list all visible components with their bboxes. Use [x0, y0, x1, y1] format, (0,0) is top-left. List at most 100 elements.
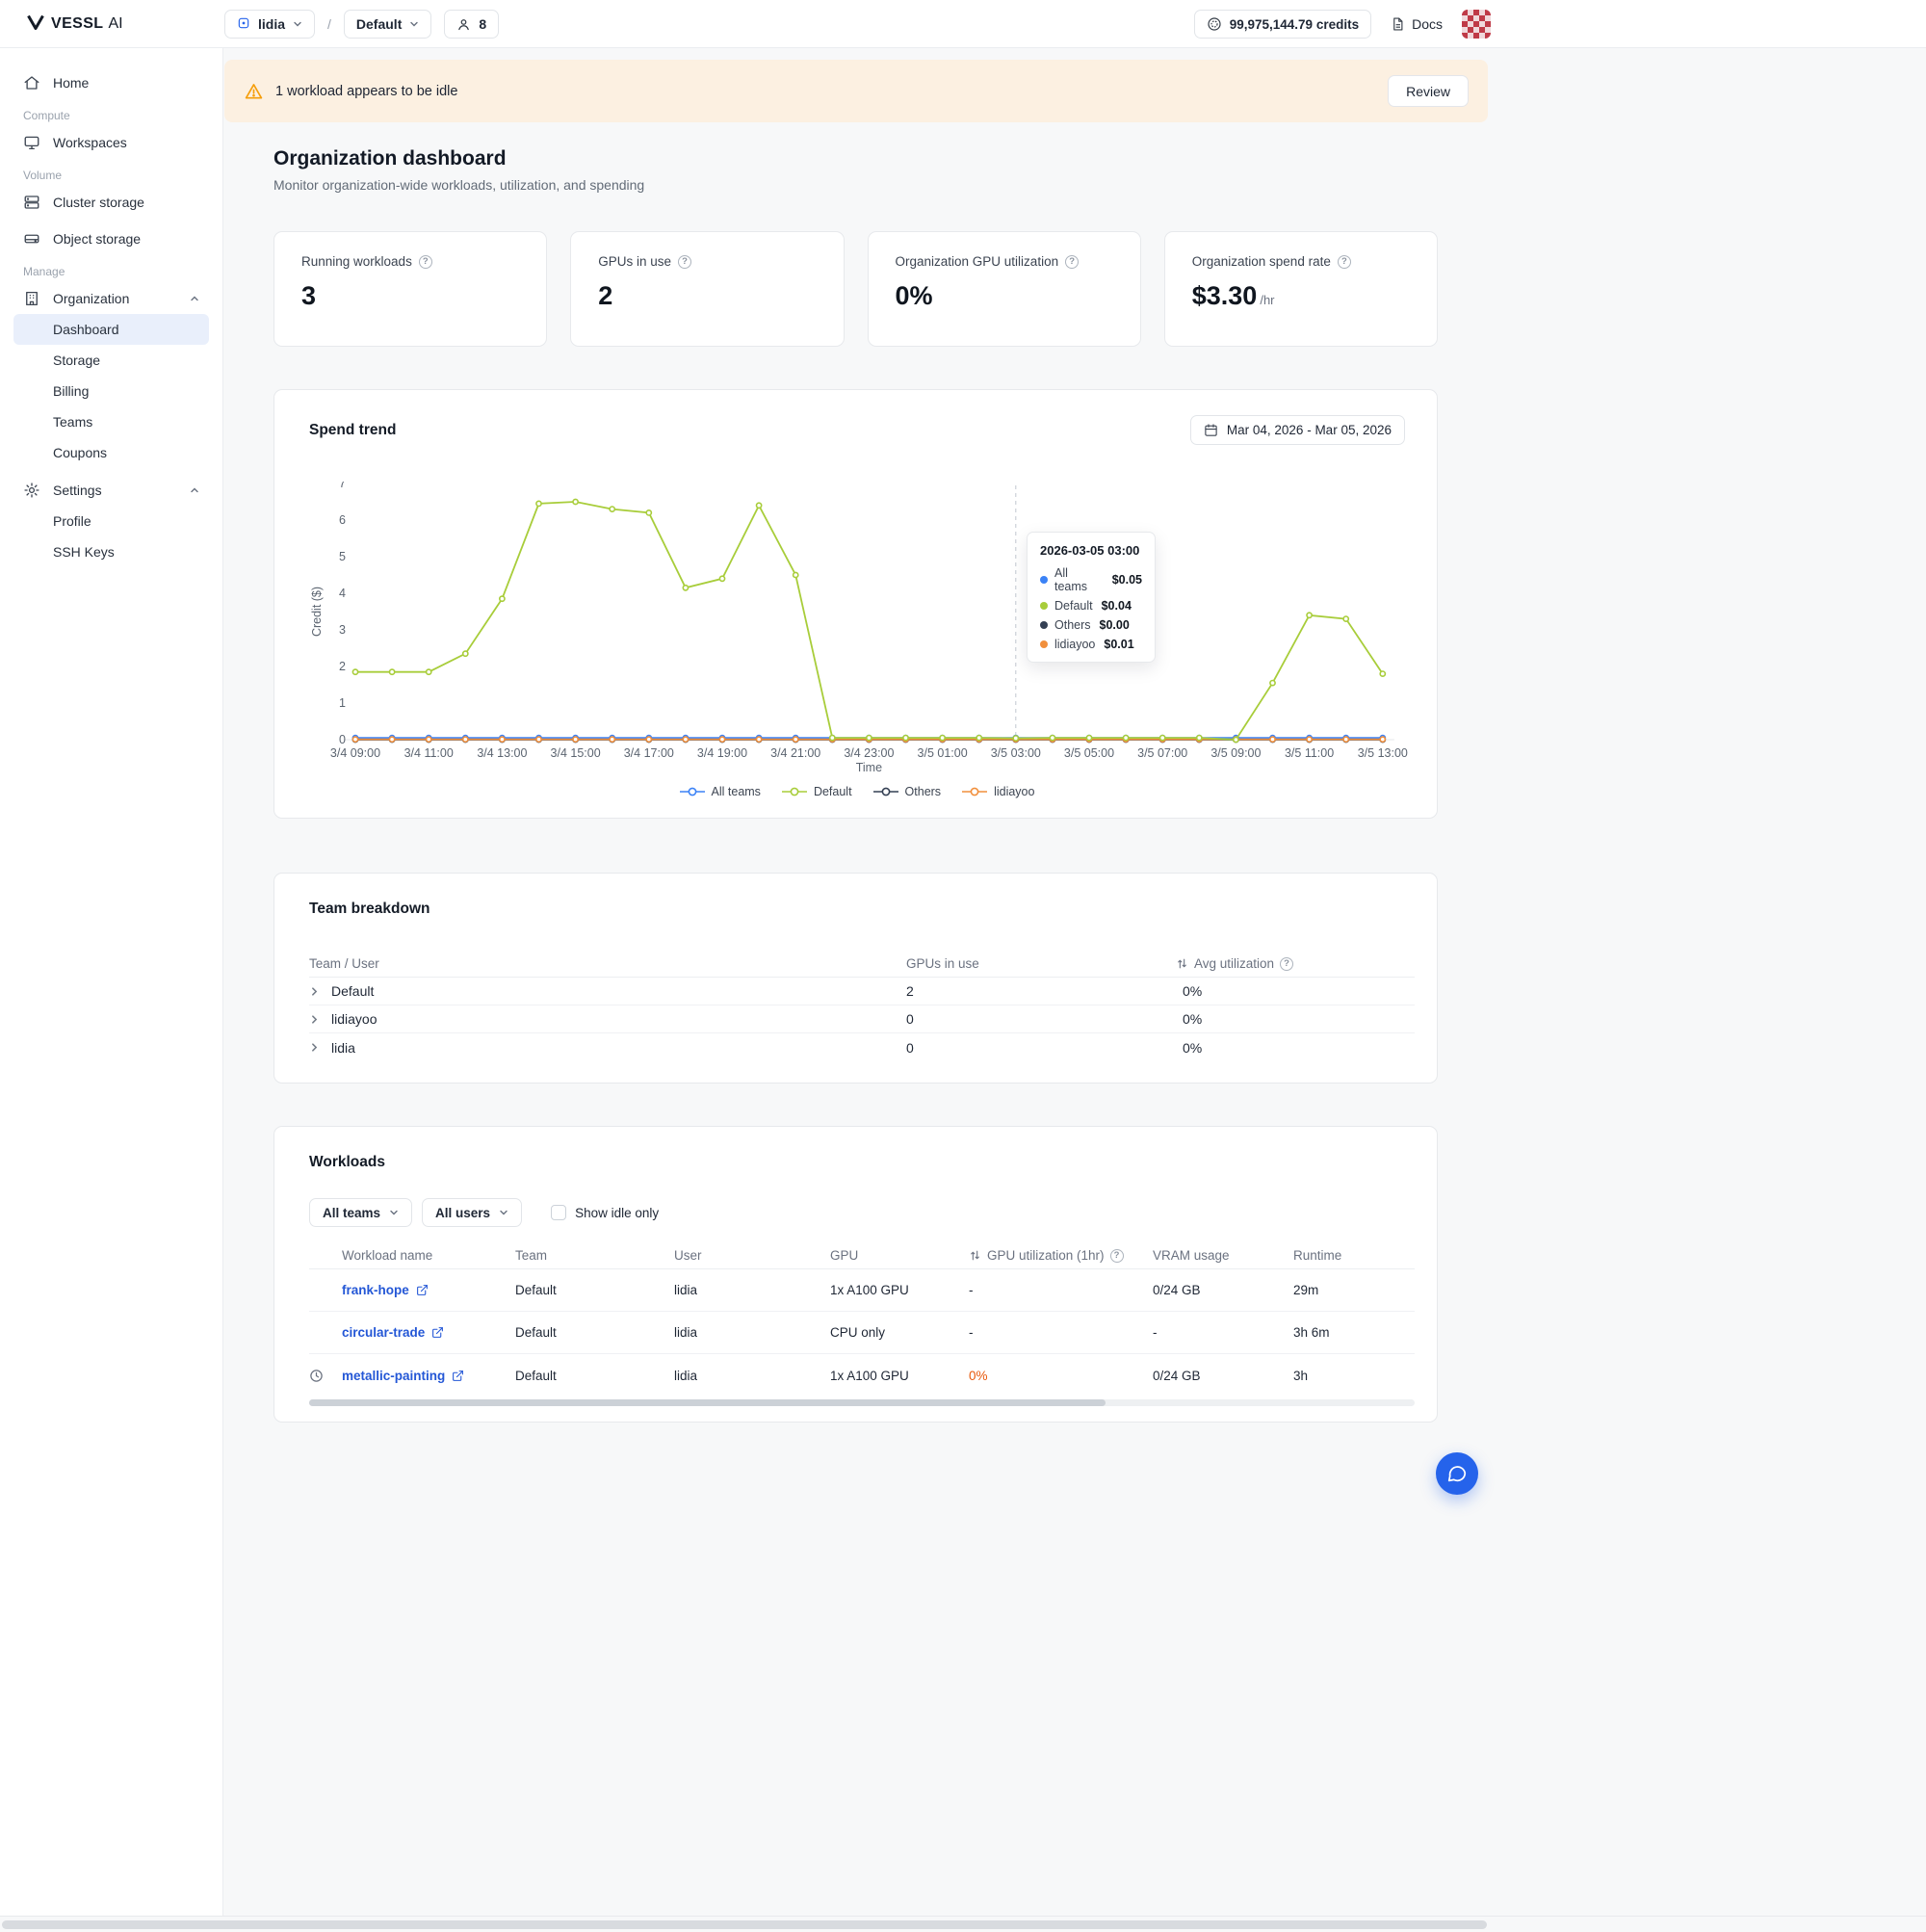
svg-text:3/4 21:00: 3/4 21:00 [770, 746, 820, 760]
workload-team: Default [515, 1283, 674, 1297]
user-avatar[interactable] [1462, 10, 1491, 39]
sidebar-item-cluster-storage[interactable]: Cluster storage [13, 187, 209, 218]
vessl-logo-icon [27, 14, 44, 35]
page-subtitle: Monitor organization-wide workloads, uti… [273, 177, 1438, 193]
external-link-icon[interactable] [452, 1370, 464, 1382]
workload-user: lidia [674, 1325, 830, 1340]
team-avg-utilization: 0% [1176, 983, 1417, 999]
workload-utilization: - [969, 1325, 1153, 1340]
help-icon[interactable]: ? [1065, 255, 1079, 269]
svg-text:4: 4 [339, 587, 346, 600]
sidebar-item-billing[interactable]: Billing [13, 376, 209, 406]
sidebar-item-coupons[interactable]: Coupons [13, 437, 209, 468]
sidebar-item-teams[interactable]: Teams [13, 406, 209, 437]
chevron-up-icon [190, 485, 199, 495]
stat-label: Organization spend rate [1192, 254, 1331, 269]
org-selector[interactable]: lidia [224, 10, 315, 39]
series-dot [1040, 640, 1048, 648]
svg-text:Credit ($): Credit ($) [310, 587, 324, 637]
docs-link[interactable]: Docs [1391, 16, 1443, 32]
sidebar-item-organization[interactable]: Organization [13, 283, 209, 314]
credits-amount: 99,975,144.79 credits [1230, 17, 1359, 32]
stat-value: 2 [598, 281, 816, 311]
vessl-logo[interactable]: VESSL AI [27, 0, 123, 48]
table-header: Workload name Team User GPU GPU utilizat… [309, 1242, 1415, 1269]
gear-icon [23, 482, 40, 499]
sidebar-item-home[interactable]: Home [13, 67, 209, 98]
team-name: Default [331, 983, 374, 999]
sort-icon [1176, 957, 1188, 970]
workloads-title: Workloads [309, 1154, 1415, 1171]
sidebar-item-label: Organization [53, 291, 129, 306]
spend-chart-canvas[interactable]: 01234567Credit ($)3/4 09:003/4 11:003/4 … [309, 482, 1417, 772]
column-gpu-utilization[interactable]: GPU utilization (1hr) [987, 1248, 1105, 1263]
sidebar-item-label: Workspaces [53, 135, 127, 150]
svg-text:3/4 17:00: 3/4 17:00 [624, 746, 674, 760]
table-row[interactable]: Default 2 0% [309, 978, 1415, 1005]
date-range-button[interactable]: Mar 04, 2026 - Mar 05, 2026 [1190, 415, 1405, 445]
team-name: Default [356, 16, 402, 32]
tooltip-series-value: $0.04 [1102, 599, 1132, 613]
users-filter[interactable]: All users [422, 1198, 522, 1227]
credits-button[interactable]: 99,975,144.79 credits [1194, 10, 1371, 39]
sidebar-item-label: Settings [53, 483, 102, 498]
workload-link[interactable]: circular-trade [342, 1325, 425, 1340]
help-icon[interactable]: ? [1338, 255, 1351, 269]
legend-item[interactable]: lidiayoo [962, 785, 1034, 798]
workload-runtime: 3h 6m [1293, 1325, 1417, 1340]
svg-text:3/5 07:00: 3/5 07:00 [1137, 746, 1187, 760]
idle-checkbox[interactable] [551, 1205, 566, 1220]
workload-link[interactable]: metallic-painting [342, 1369, 445, 1383]
chart-tooltip: 2026-03-05 03:00 All teams$0.05 Default$… [1027, 532, 1156, 663]
legend-item[interactable]: All teams [680, 785, 761, 798]
teams-filter[interactable]: All teams [309, 1198, 412, 1227]
svg-text:3/4 13:00: 3/4 13:00 [477, 746, 527, 760]
org-icon [237, 16, 250, 33]
sidebar-item-settings[interactable]: Settings [13, 475, 209, 506]
help-icon[interactable]: ? [1280, 957, 1293, 971]
workloads-table: Workload name Team User GPU GPU utilizat… [309, 1242, 1415, 1397]
idle-clock-icon [309, 1369, 324, 1383]
help-icon[interactable]: ? [419, 255, 432, 269]
external-link-icon[interactable] [431, 1326, 444, 1339]
svg-text:3/4 15:00: 3/4 15:00 [551, 746, 601, 760]
show-idle-only-toggle[interactable]: Show idle only [551, 1205, 659, 1220]
workload-link[interactable]: frank-hope [342, 1283, 409, 1297]
table-horizontal-scrollbar[interactable] [309, 1399, 1415, 1406]
chat-fab-button[interactable] [1436, 1452, 1478, 1495]
spend-trend-title: Spend trend [309, 422, 396, 439]
page-horizontal-scrollbar[interactable] [0, 1916, 1926, 1932]
stat-value: 3 [301, 281, 519, 311]
team-selector[interactable]: Default [344, 10, 431, 39]
page-title: Organization dashboard [273, 147, 1438, 170]
svg-text:2: 2 [339, 660, 346, 673]
sidebar-item-storage[interactable]: Storage [13, 345, 209, 376]
scrollbar-thumb[interactable] [309, 1399, 1106, 1406]
table-row[interactable]: lidia 0 0% [309, 1033, 1415, 1061]
svg-text:6: 6 [339, 513, 346, 527]
table-header: Team / User GPUs in use Avg utilization … [309, 951, 1415, 978]
svg-text:3/4 11:00: 3/4 11:00 [404, 746, 454, 760]
scrollbar-thumb[interactable] [2, 1920, 1487, 1929]
users-filter-label: All users [435, 1206, 490, 1220]
svg-text:3/5 01:00: 3/5 01:00 [918, 746, 968, 760]
external-link-icon[interactable] [416, 1284, 429, 1296]
sidebar-item-dashboard[interactable]: Dashboard [13, 314, 209, 345]
idle-warning-banner: 1 workload appears to be idle Review [224, 60, 1488, 122]
column-avg-utilization[interactable]: Avg utilization [1194, 956, 1274, 971]
sidebar-item-profile[interactable]: Profile [13, 506, 209, 536]
table-row[interactable]: lidiayoo 0 0% [309, 1005, 1415, 1033]
workloads-filters: All teams All users Show idle only [309, 1198, 1415, 1227]
legend-item[interactable]: Default [782, 785, 852, 798]
team-breakdown-title: Team breakdown [309, 901, 1415, 918]
stat-card-gpu-utilization: Organization GPU utilization? 0% [868, 231, 1141, 347]
members-button[interactable]: 8 [444, 10, 499, 39]
review-button[interactable]: Review [1388, 75, 1469, 107]
sidebar-item-ssh-keys[interactable]: SSH Keys [13, 536, 209, 567]
stat-label: Organization GPU utilization [896, 254, 1059, 269]
sidebar-item-workspaces[interactable]: Workspaces [13, 127, 209, 158]
legend-item[interactable]: Others [873, 785, 942, 798]
help-icon[interactable]: ? [678, 255, 691, 269]
sidebar-item-object-storage[interactable]: Object storage [13, 223, 209, 254]
help-icon[interactable]: ? [1110, 1249, 1124, 1263]
